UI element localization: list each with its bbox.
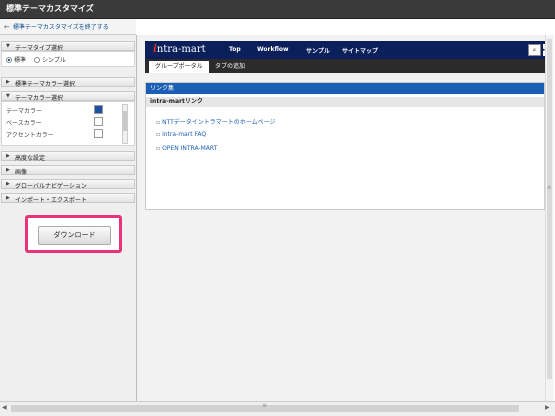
- download-button[interactable]: ダウンロード: [38, 226, 111, 245]
- section-image-label: 画像: [15, 169, 28, 176]
- back-arrow-icon: ←: [4, 22, 10, 31]
- horizontal-scrollbar[interactable]: ◀ ≡ ▶: [0, 401, 555, 416]
- triangle-right-icon: ▶: [6, 195, 10, 201]
- section-theme-type[interactable]: ▼ テーマタイプ選択: [1, 41, 135, 52]
- triangle-right-icon: ▶: [6, 167, 10, 173]
- tab-add[interactable]: タブの追加: [215, 61, 245, 73]
- download-highlight: ダウンロード: [25, 215, 122, 253]
- exit-bar: ← 標準テーマカスタマイズを終了する: [0, 19, 136, 35]
- base-color-swatch[interactable]: [94, 117, 103, 126]
- triangle-right-icon: ▶: [6, 181, 10, 187]
- nav-workflow[interactable]: Workflow: [257, 46, 289, 53]
- section-import-export[interactable]: ▶ インポート・エクスポート: [1, 193, 135, 204]
- exit-customize-link[interactable]: ← 標準テーマカスタマイズを終了する: [4, 22, 109, 32]
- theme-color-label: テーマカラー: [6, 108, 43, 115]
- window-titlebar: 標準テーマカスタマイズ: [0, 0, 555, 19]
- portlet-title: リンク集: [146, 83, 544, 94]
- nav-sample[interactable]: サンプル: [306, 46, 330, 55]
- nav-sitemap[interactable]: サイトマップ: [342, 46, 378, 55]
- link-nttdata-home[interactable]: ▫ NTTデータイントラマートのホームページ: [156, 117, 276, 126]
- scroll-thumb[interactable]: [123, 111, 127, 131]
- section-import-export-label: インポート・エクスポート: [15, 197, 87, 204]
- preview-area: intra-mart Top Workflow サンプル サイトマップ ⌕ ▸ …: [137, 35, 554, 401]
- exit-customize-label: 標準テーマカスタマイズを終了する: [12, 24, 109, 31]
- section-advanced[interactable]: ▶ 高度な設定: [1, 151, 135, 162]
- section-theme-color[interactable]: ▼ テーマカラー選択: [1, 91, 135, 102]
- link-open-intramart[interactable]: ▫ OPEN INTRA-MART: [156, 145, 217, 152]
- global-nav: intra-mart Top Workflow サンプル サイトマップ ⌕ ▸: [145, 41, 549, 59]
- link-nttdata-home-label: NTTデータイントラマートのホームページ: [162, 119, 276, 126]
- radio-standard[interactable]: [6, 56, 12, 63]
- tab-bar: グループポータル タブの追加: [145, 59, 545, 73]
- window-title: 標準テーマカスタマイズ: [6, 4, 94, 13]
- radio-simple-label: シンプル: [42, 57, 66, 64]
- bullet-icon: ▫: [156, 119, 161, 126]
- theme-type-panel: 標準 シンプル: [1, 51, 135, 67]
- bullet-icon: ▫: [156, 131, 161, 138]
- scroll-right-icon[interactable]: ▶: [545, 404, 550, 411]
- link-portlet: リンク集 intra-martリンク ▫ NTTデータイントラマートのホームページ…: [145, 82, 545, 210]
- scroll-left-icon[interactable]: ◀: [2, 404, 7, 411]
- section-standard-color-label: 標準テーマカラー選択: [15, 81, 76, 88]
- triangle-down-icon: ▼: [6, 93, 10, 99]
- accent-color-label: アクセントカラー: [6, 132, 54, 139]
- color-panel-scrollbar[interactable]: [122, 104, 128, 144]
- scroll-thumb[interactable]: [547, 39, 552, 379]
- triangle-down-icon: ▼: [6, 43, 10, 49]
- theme-type-radio-group: 標準 シンプル: [6, 55, 72, 64]
- section-global-nav-label: グローバルナビゲーション: [15, 183, 87, 190]
- scroll-grip-icon: ≡: [262, 402, 268, 409]
- intra-mart-logo: intra-mart: [153, 44, 206, 55]
- scroll-grip-icon: ≡: [547, 185, 552, 191]
- triangle-right-icon: ▶: [6, 153, 10, 159]
- radio-standard-label: 標準: [14, 57, 27, 64]
- theme-color-swatch[interactable]: [94, 105, 103, 114]
- tab-group-portal[interactable]: グループポータル: [149, 61, 209, 73]
- link-intramart-faq[interactable]: ▫ intra-mart FAQ: [156, 131, 206, 138]
- search-icon[interactable]: ⌕: [528, 44, 541, 56]
- link-intramart-faq-label: intra-mart FAQ: [162, 131, 207, 138]
- portlet-subtitle: intra-martリンク: [146, 97, 544, 107]
- triangle-right-icon: ▶: [6, 79, 10, 85]
- radio-simple[interactable]: [34, 56, 41, 63]
- nav-top[interactable]: Top: [229, 46, 241, 53]
- theme-color-panel: テーマカラー ベースカラー アクセントカラー: [1, 101, 135, 146]
- link-open-intramart-label: OPEN INTRA-MART: [162, 145, 218, 152]
- section-standard-color[interactable]: ▶ 標準テーマカラー選択: [1, 77, 135, 88]
- section-advanced-label: 高度な設定: [15, 155, 46, 162]
- preview-vertical-scrollbar[interactable]: ≡: [545, 35, 554, 401]
- sidebar: ▼ テーマタイプ選択 標準 シンプル ▶ 標準テーマカラー選択 ▼ テーマカラー…: [0, 35, 137, 401]
- section-global-nav[interactable]: ▶ グローバルナビゲーション: [1, 179, 135, 190]
- base-color-label: ベースカラー: [6, 120, 42, 127]
- section-image[interactable]: ▶ 画像: [1, 165, 135, 176]
- accent-color-swatch[interactable]: [94, 129, 103, 138]
- bullet-icon: ▫: [156, 145, 161, 152]
- logo-text: ntra-mart: [156, 44, 206, 55]
